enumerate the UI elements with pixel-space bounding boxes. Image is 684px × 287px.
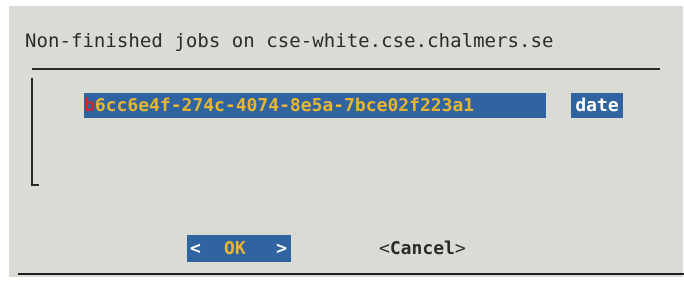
ok-button-right-bracket: >: [276, 238, 287, 259]
list-left-corner: [31, 184, 39, 186]
job-tag-text: 6cc6e4f-274c-4074-8e5a-7bce02f223a1: [94, 95, 475, 116]
dialog-shadow-line: [18, 273, 684, 275]
list-left-border: [31, 78, 33, 186]
job-tag[interactable]: b6cc6e4f-274c-4074-8e5a-7bce02f223a1: [84, 93, 546, 118]
cancel-button-right-bracket: >: [454, 238, 466, 259]
dialog-title: Non-finished jobs on cse-white.cse.chalm…: [25, 30, 554, 52]
ok-button-left-bracket: <: [190, 238, 201, 259]
ok-button-label: OK: [224, 238, 246, 259]
cancel-button[interactable]: <Cancel>: [379, 235, 466, 262]
cancel-button-left-bracket: <: [379, 238, 390, 259]
ok-button[interactable]: < OK >: [187, 235, 291, 262]
cancel-button-label: Cancel: [389, 238, 455, 259]
job-tag-hotkey: b: [84, 95, 95, 116]
list-top-border: [32, 68, 660, 70]
job-item-label[interactable]: date: [571, 93, 623, 118]
